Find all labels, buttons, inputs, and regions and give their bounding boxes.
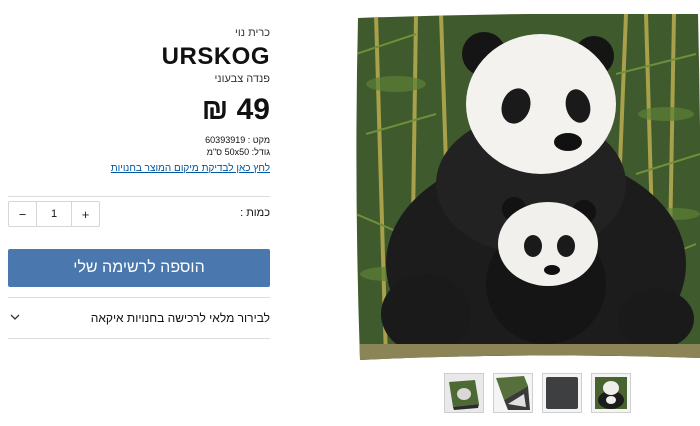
product-sku: מקט : 60393919 — [205, 135, 270, 145]
thumbnail-side-view[interactable] — [444, 373, 484, 413]
add-to-list-button[interactable]: הוספה לרשימה שלי — [8, 249, 270, 287]
thumbnail-gallery — [444, 373, 631, 413]
thumbnail-corner-view[interactable] — [493, 373, 533, 413]
product-size: גודל: 50x50 ס"מ — [206, 147, 270, 157]
product-description: פנדה צבעוני — [214, 73, 270, 85]
decrement-button[interactable]: − — [9, 202, 36, 226]
store-location-link[interactable]: לחץ כאן לבדיקת מיקום המוצר בחנויות — [111, 162, 270, 176]
quantity-input[interactable]: 1 — [36, 202, 72, 226]
product-info: כרית נוי URSKOG פנדה צבעוני 49 ₪ מקט : 6… — [8, 26, 270, 176]
cushion-corner-thumbnail — [494, 374, 532, 412]
thumbnail-back-view[interactable] — [542, 373, 582, 413]
quantity-row: כמות : − 1 + — [8, 201, 270, 227]
increment-button[interactable]: + — [72, 202, 99, 226]
divider — [8, 338, 270, 339]
cushion-side-thumbnail — [445, 374, 483, 412]
quantity-label: כמות : — [240, 207, 270, 219]
product-main-image[interactable] — [356, 14, 700, 360]
availability-label: לבירור מלאי לרכישה בחנויות איקאה — [90, 311, 270, 325]
chevron-down-icon[interactable] — [8, 310, 22, 324]
cushion-back-thumbnail — [543, 374, 581, 412]
cushion-front-thumbnail — [592, 374, 630, 412]
divider — [8, 196, 270, 197]
product-category: כרית נוי — [235, 27, 270, 39]
thumbnail-front-view[interactable] — [591, 373, 631, 413]
quantity-stepper: − 1 + — [8, 201, 100, 227]
product-price: 49 ₪ — [201, 93, 270, 126]
product-title: URSKOG — [161, 43, 270, 70]
availability-accordion[interactable]: לבירור מלאי לרכישה בחנויות איקאה — [8, 298, 270, 338]
